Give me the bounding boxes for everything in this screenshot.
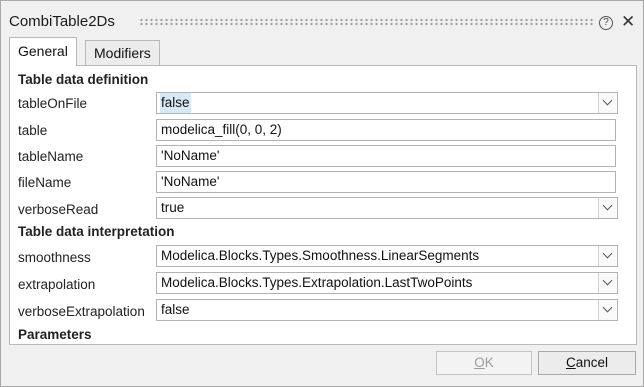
- chevron-down-icon: [602, 200, 613, 211]
- ok-button[interactable]: OK: [436, 351, 532, 375]
- tab-modifiers[interactable]: Modifiers: [85, 40, 160, 65]
- section-parameters: Parameters: [18, 327, 92, 342]
- general-panel: Table data definition tableOnFile false …: [9, 65, 637, 345]
- drag-grip[interactable]: [139, 18, 593, 26]
- chevron-down-icon: [602, 302, 613, 313]
- window-title: CombiTable2Ds: [9, 13, 115, 30]
- section-table-data-definition: Table data definition: [18, 72, 149, 87]
- cancel-mnemonic: C: [565, 355, 576, 370]
- chevron-down-icon: [602, 275, 613, 286]
- chevron-down-icon: [602, 248, 613, 259]
- cancel-label-rest: ancel: [575, 355, 609, 370]
- ok-mnemonic: O: [474, 355, 485, 370]
- extrapolation-value: Modelica.Blocks.Types.Extrapolation.Last…: [161, 275, 473, 290]
- verboseExtrapolation-combo[interactable]: false: [156, 299, 618, 321]
- tableName-field[interactable]: 'NoName': [156, 145, 616, 167]
- label-tableName: tableName: [18, 149, 84, 164]
- extrapolation-dropdown-button[interactable]: [598, 273, 617, 293]
- label-verboseRead: verboseRead: [18, 202, 99, 217]
- label-fileName: fileName: [18, 175, 72, 190]
- tab-general[interactable]: General: [9, 37, 77, 66]
- label-table: table: [18, 123, 48, 138]
- table-field[interactable]: modelica_fill(0, 0, 2): [156, 119, 616, 141]
- tableOnFile-dropdown-button[interactable]: [598, 93, 617, 113]
- verboseExtrapolation-value: false: [161, 302, 190, 317]
- close-icon[interactable]: ✕: [621, 13, 635, 30]
- section-table-data-interpretation: Table data interpretation: [18, 224, 175, 239]
- ok-label-rest: K: [484, 355, 494, 370]
- help-icon[interactable]: ?: [599, 16, 613, 30]
- cancel-button[interactable]: Cancel: [538, 351, 636, 375]
- tab-strip: General Modifiers: [1, 37, 643, 66]
- verboseExtrapolation-dropdown-button[interactable]: [598, 300, 617, 320]
- tableOnFile-combo[interactable]: false: [156, 92, 618, 114]
- title-bar[interactable]: CombiTable2Ds ? ✕: [1, 1, 643, 37]
- verboseRead-value: true: [161, 200, 185, 215]
- fileName-field[interactable]: 'NoName': [156, 171, 616, 193]
- dialog: CombiTable2Ds ? ✕ General Modifiers Tabl…: [0, 0, 644, 387]
- label-smoothness: smoothness: [18, 250, 91, 265]
- extrapolation-combo[interactable]: Modelica.Blocks.Types.Extrapolation.Last…: [156, 272, 618, 294]
- smoothness-combo[interactable]: Modelica.Blocks.Types.Smoothness.LinearS…: [156, 245, 618, 267]
- chevron-down-icon: [602, 95, 613, 106]
- label-tableOnFile: tableOnFile: [18, 96, 88, 111]
- verboseRead-combo[interactable]: true: [156, 197, 618, 219]
- label-verboseExtrapolation: verboseExtrapolation: [18, 304, 145, 319]
- smoothness-value: Modelica.Blocks.Types.Smoothness.LinearS…: [161, 248, 480, 263]
- label-extrapolation: extrapolation: [18, 277, 96, 292]
- verboseRead-dropdown-button[interactable]: [598, 198, 617, 218]
- tableOnFile-value: false: [160, 93, 191, 113]
- smoothness-dropdown-button[interactable]: [598, 246, 617, 266]
